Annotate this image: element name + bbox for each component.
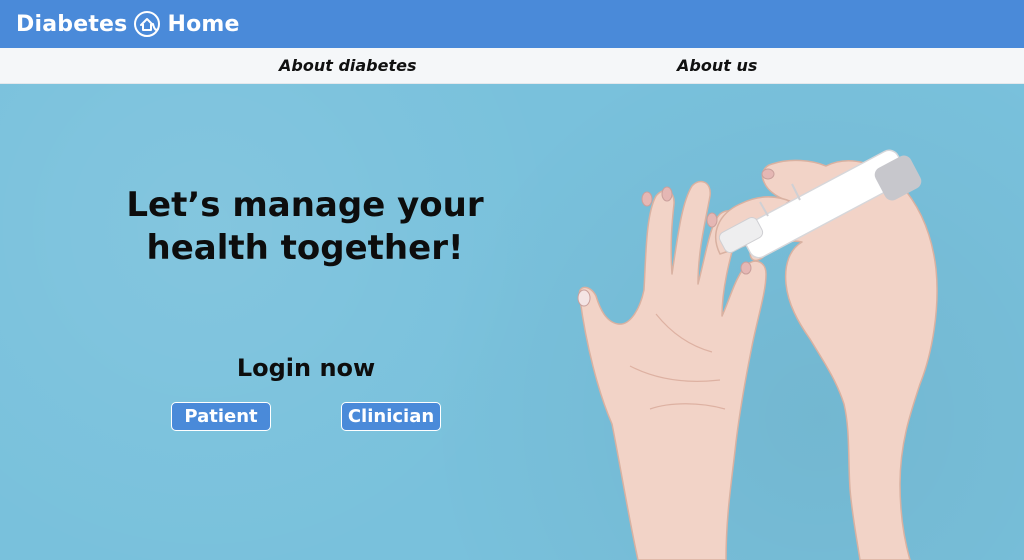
brand-word-diabetes: Diabetes xyxy=(16,11,128,37)
brand-logo[interactable]: Diabetes Home xyxy=(16,10,240,38)
home-at-icon xyxy=(133,10,161,38)
brand-word-home: Home xyxy=(167,11,240,37)
top-header-bar: Diabetes Home xyxy=(0,0,1024,48)
main-nav: About diabetes About us xyxy=(0,48,1024,84)
hands-lancet-illustration xyxy=(577,149,938,560)
headline-line-1: Let’s manage your xyxy=(126,185,484,225)
hero-section: Let’s manage your health together! Login… xyxy=(0,84,1024,560)
headline-line-2: health together! xyxy=(146,228,464,268)
nav-about-diabetes[interactable]: About diabetes xyxy=(279,56,417,75)
login-title: Login now xyxy=(236,354,376,382)
clinician-login-button[interactable]: Clinician xyxy=(341,402,441,431)
nav-about-us[interactable]: About us xyxy=(677,56,757,75)
hero-headline: Let’s manage your health together! xyxy=(100,184,510,270)
patient-login-button[interactable]: Patient xyxy=(171,402,271,431)
